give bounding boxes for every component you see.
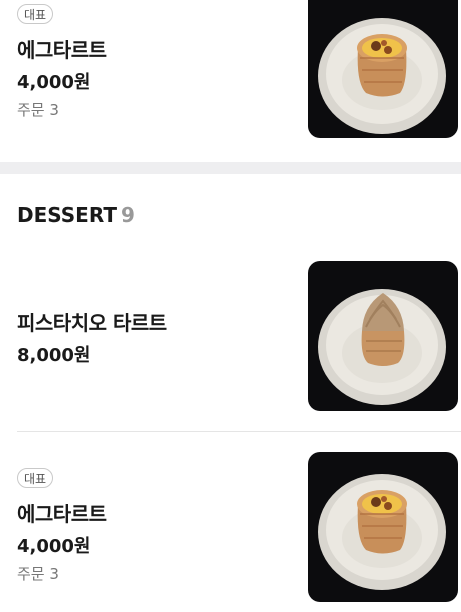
section-title: DESSERT 9 [17,203,135,227]
signature-badge: 대표 [17,4,54,24]
menu-item-name: 에그타르트 [17,38,107,62]
section-item-count: 9 [120,203,135,227]
menu-item-egg-tart-top[interactable]: 대표 에그타르트 4,000원 주문 3 [0,0,461,162]
section-title-text: DESSERT [17,203,117,227]
menu-item-price: 8,000원 [17,345,91,366]
menu-item-egg-tart[interactable]: 대표 에그타르트 4,000원 주문 3 [0,432,461,612]
section-separator [0,162,461,174]
menu-item-pistachio-tart[interactable]: 피스타치오 타르트 8,000원 [0,250,461,431]
menu-item-name: 피스타치오 타르트 [17,311,167,335]
menu-item-price: 4,000원 [17,72,91,93]
menu-item-name: 에그타르트 [17,502,107,526]
menu-item-order-count: 주문 3 [17,101,59,119]
signature-badge: 대표 [17,468,54,488]
menu-item-order-count: 주문 3 [17,565,59,583]
menu-item-price: 4,000원 [17,536,91,557]
egg-tart-photo [308,0,458,138]
pistachio-tart-photo [308,261,458,411]
egg-tart-photo [308,452,458,602]
